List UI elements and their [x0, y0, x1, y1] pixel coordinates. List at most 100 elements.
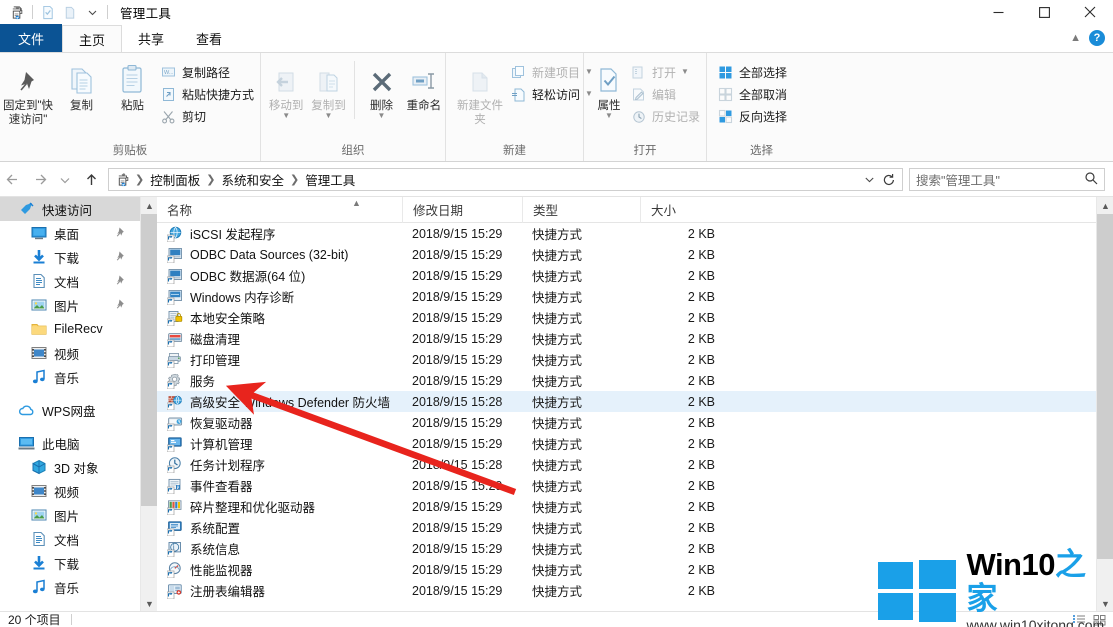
delete-button[interactable]: 删除 ▼ — [360, 59, 402, 120]
column-header-type[interactable]: 类型 — [522, 196, 640, 223]
new-folder-icon[interactable] — [59, 1, 81, 23]
sidebar-item-下载[interactable]: 下载 — [0, 551, 140, 575]
table-row[interactable]: 碎片整理和优化驱动器 2018/9/15 15:29 快捷方式 2 KB — [157, 496, 1113, 517]
help-icon[interactable]: ? — [1089, 30, 1105, 46]
properties-icon[interactable] — [37, 1, 59, 23]
file-explorer-window: 管理工具 文件 主页 共享 查看 ▲ ? 固定到"快速访问" 复制 粘贴 W..… — [0, 0, 1113, 627]
file-scrollbar-thumb[interactable] — [1097, 214, 1113, 559]
sidebar-item-3D-对象[interactable]: 3D 对象 — [0, 455, 140, 479]
sidebar-item-FileRecv[interactable]: FileRecv — [0, 317, 140, 341]
paste-shortcut-button[interactable]: 粘贴快捷方式 — [158, 83, 260, 105]
open-button[interactable]: 打开 ▼ — [628, 61, 706, 83]
move-to-button[interactable]: 移动到 ▼ — [265, 59, 307, 120]
up-button[interactable] — [78, 167, 104, 193]
breadcrumb-separator-2[interactable]: ❯ — [289, 173, 300, 186]
copy-path-button[interactable]: W... 复制路径 — [158, 61, 260, 83]
nav-scroll-up-icon[interactable]: ▲ — [141, 197, 158, 214]
sidebar-item-文档[interactable]: 文档 — [0, 269, 140, 293]
open-caret-icon[interactable]: ▼ — [681, 68, 689, 76]
new-folder-button[interactable]: 新建文件夹 — [452, 59, 508, 127]
chevron-down-icon[interactable] — [860, 169, 878, 190]
table-row[interactable]: 高级安全 Windows Defender 防火墙 2018/9/15 15:28… — [157, 391, 1113, 412]
copy-to-button[interactable]: 复制到 ▼ — [307, 59, 349, 120]
sidebar-item-图片[interactable]: 图片 — [0, 503, 140, 527]
column-header-size[interactable]: 大小 — [640, 196, 725, 223]
sidebar-item-WPS网盘[interactable]: WPS网盘 — [0, 398, 140, 422]
customize-qat-caret-icon[interactable] — [81, 1, 103, 23]
column-header-date[interactable]: 修改日期 — [402, 196, 522, 223]
nav-scroll-down-icon[interactable]: ▼ — [141, 595, 158, 612]
breadcrumb-item-system-security[interactable]: 系统和安全 — [216, 169, 289, 190]
cut-button[interactable]: 剪切 — [158, 105, 260, 127]
close-button[interactable] — [1067, 0, 1113, 24]
paste-button[interactable]: 粘贴 — [107, 59, 158, 113]
tab-file[interactable]: 文件 — [0, 24, 63, 52]
sidebar-item-下载[interactable]: 下载 — [0, 245, 140, 269]
breadcrumb-separator-0[interactable]: ❯ — [134, 173, 145, 186]
chevron-up-icon[interactable]: ▲ — [1070, 32, 1081, 44]
sidebar-item-视频[interactable]: 视频 — [0, 479, 140, 503]
table-row[interactable]: 系统配置 2018/9/15 15:29 快捷方式 2 KB — [157, 517, 1113, 538]
sidebar-item-音乐[interactable]: 音乐 — [0, 575, 140, 599]
rename-button[interactable]: 重命名 — [403, 59, 445, 113]
sidebar-item-音乐[interactable]: 音乐 — [0, 365, 140, 389]
sidebar-item-快速访问[interactable]: 快速访问 — [0, 197, 140, 221]
column-header-name[interactable]: 名称 ▲ — [157, 197, 402, 223]
search-icon[interactable] — [1084, 171, 1098, 188]
edit-button[interactable]: 编辑 — [628, 83, 706, 105]
file-scroll-up-icon[interactable]: ▲ — [1097, 197, 1113, 214]
copy-to-caret-icon[interactable]: ▼ — [325, 112, 333, 120]
move-to-caret-icon[interactable]: ▼ — [282, 112, 290, 120]
table-row[interactable]: 服务 2018/9/15 15:29 快捷方式 2 KB — [157, 370, 1113, 391]
invert-selection-button[interactable]: 反向选择 — [715, 105, 793, 127]
sidebar-item-文档[interactable]: 文档 — [0, 527, 140, 551]
table-row[interactable]: 任务计划程序 2018/9/15 15:28 快捷方式 2 KB — [157, 454, 1113, 475]
search-input[interactable]: 搜索"管理工具" — [909, 168, 1105, 191]
file-type-cell: 快捷方式 — [532, 396, 583, 410]
properties-caret-icon[interactable]: ▼ — [605, 112, 613, 120]
properties-button[interactable]: 属性 ▼ — [590, 59, 628, 120]
pin-icon[interactable] — [115, 226, 126, 240]
pin-icon[interactable] — [115, 274, 126, 288]
table-row[interactable]: ODBC Data Sources (32-bit) 2018/9/15 15:2… — [157, 244, 1113, 265]
table-row[interactable]: 磁盘清理 2018/9/15 15:29 快捷方式 2 KB — [157, 328, 1113, 349]
pin-icon[interactable] — [115, 250, 126, 264]
select-all-button[interactable]: 全部选择 — [715, 61, 793, 83]
breadcrumb-item-control-panel[interactable]: 控制面板 — [145, 169, 205, 190]
history-button[interactable]: 历史记录 — [628, 105, 706, 127]
table-row[interactable]: ODBC 数据源(64 位) 2018/9/15 15:29 快捷方式 2 KB — [157, 265, 1113, 286]
table-row[interactable]: 本地安全策略 2018/9/15 15:29 快捷方式 2 KB — [157, 307, 1113, 328]
sidebar-item-图片[interactable]: 图片 — [0, 293, 140, 317]
sidebar-item-视频[interactable]: 视频 — [0, 341, 140, 365]
table-row[interactable]: 计算机管理 2018/9/15 15:29 快捷方式 2 KB — [157, 433, 1113, 454]
pin-to-quick-access-button[interactable]: 固定到"快速访问" — [0, 59, 56, 127]
table-row[interactable]: iSCSI 发起程序 2018/9/15 15:29 快捷方式 2 KB — [157, 223, 1113, 244]
pin-icon[interactable] — [115, 298, 126, 312]
breadcrumb-separator-1[interactable]: ❯ — [205, 173, 216, 186]
sidebar-item-此电脑[interactable]: 此电脑 — [0, 431, 140, 455]
address-bar[interactable]: ❯ 控制面板 ❯ 系统和安全 ❯ 管理工具 — [108, 168, 903, 191]
maximize-button[interactable] — [1021, 0, 1067, 24]
sidebar-item-桌面[interactable]: 桌面 — [0, 221, 140, 245]
tab-view[interactable]: 查看 — [180, 24, 238, 52]
breadcrumb-root-icon[interactable] — [111, 172, 134, 187]
breadcrumb-item-admin-tools[interactable]: 管理工具 — [300, 169, 360, 190]
back-button[interactable] — [0, 167, 26, 193]
select-none-button[interactable]: 全部取消 — [715, 83, 793, 105]
recent-locations-button[interactable] — [52, 167, 78, 193]
sidebar-item-label: 音乐 — [54, 371, 80, 386]
table-row[interactable]: 恢复驱动器 2018/9/15 15:29 快捷方式 2 KB — [157, 412, 1113, 433]
copy-button[interactable]: 复制 — [56, 59, 107, 113]
forward-button[interactable] — [26, 167, 52, 193]
table-row[interactable]: Windows 内存诊断 2018/9/15 15:29 快捷方式 2 KB — [157, 286, 1113, 307]
delete-caret-icon[interactable]: ▼ — [378, 112, 386, 120]
table-row[interactable]: 事件查看器 2018/9/15 15:29 快捷方式 2 KB — [157, 475, 1113, 496]
nav-scrollbar-thumb[interactable] — [141, 214, 158, 506]
tab-home[interactable]: 主页 — [62, 25, 123, 53]
admin-tools-icon[interactable] — [6, 1, 28, 23]
tab-share[interactable]: 共享 — [122, 24, 180, 52]
table-row[interactable]: 打印管理 2018/9/15 15:29 快捷方式 2 KB — [157, 349, 1113, 370]
refresh-icon[interactable] — [878, 169, 900, 190]
minimize-button[interactable] — [975, 0, 1021, 24]
navigation-pane-scrollbar[interactable]: ▲ ▼ — [140, 197, 158, 612]
